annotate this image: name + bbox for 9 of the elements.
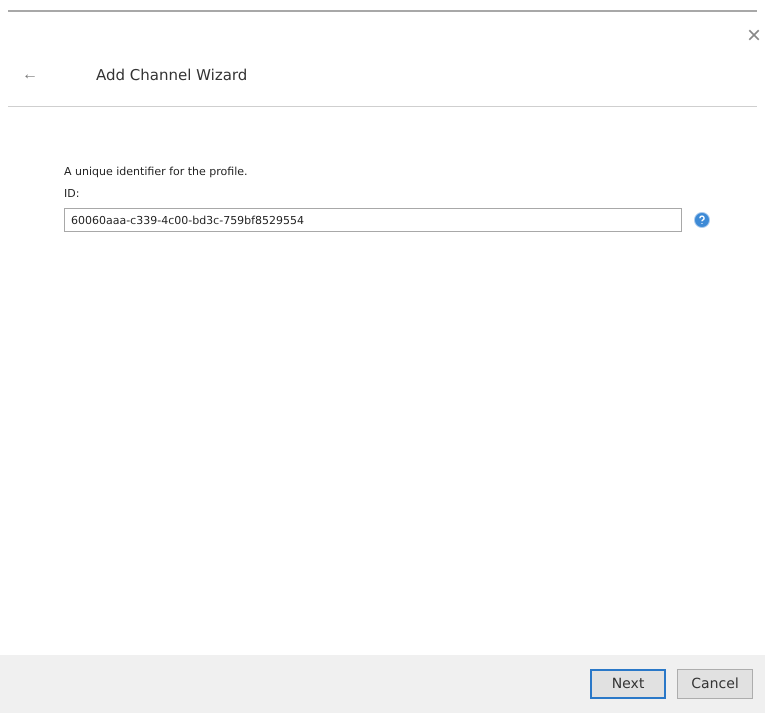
description-text: A unique identifier for the profile. xyxy=(64,165,249,178)
dialog-button[interactable]: Next xyxy=(590,669,666,699)
dialog-button[interactable]: Cancel xyxy=(677,669,753,699)
help-icon[interactable] xyxy=(694,212,710,228)
id-field[interactable]: 60060aaa-c339-4c00-bd3c-759bf8529554 xyxy=(64,208,682,232)
id-label: ID: xyxy=(64,187,80,200)
wizard-title: Add Channel Wizard xyxy=(96,66,248,84)
close-button[interactable]: × xyxy=(742,20,765,52)
back-button[interactable]: ← xyxy=(16,66,44,84)
